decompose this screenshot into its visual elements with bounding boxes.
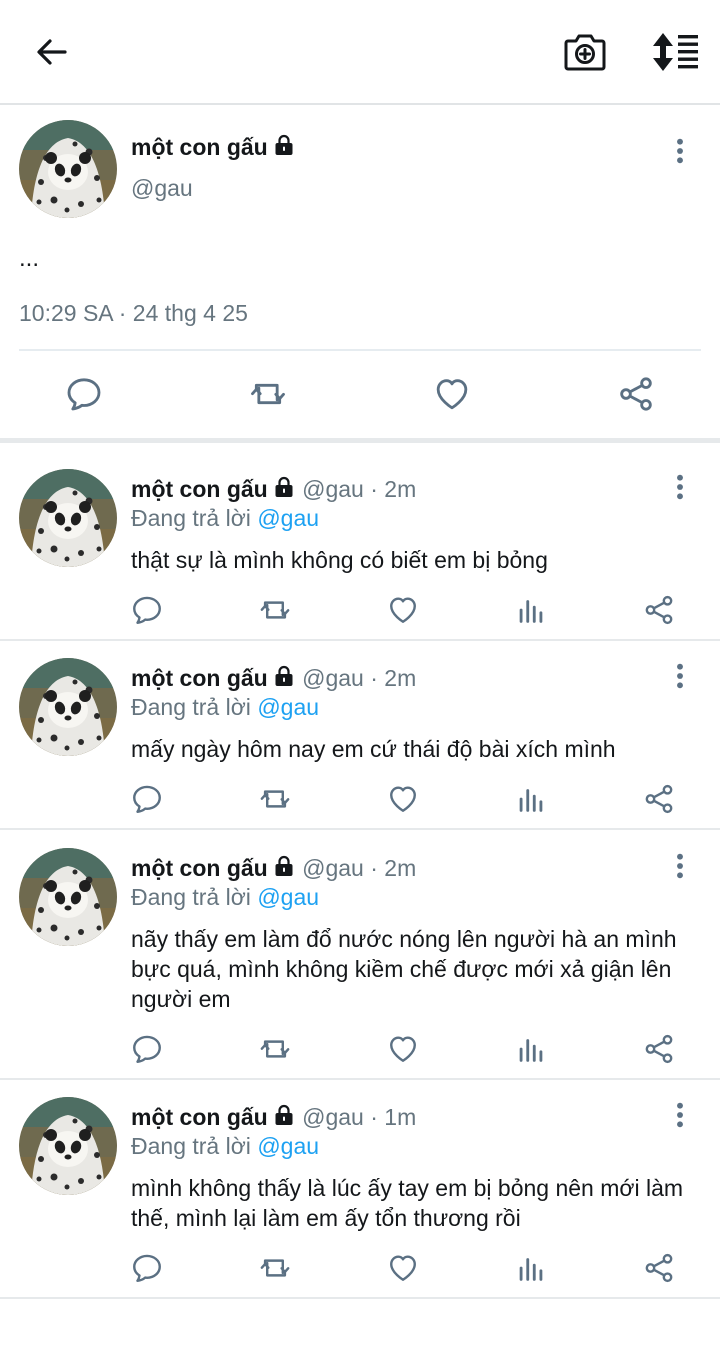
reply-time: · 2m — [363, 855, 417, 881]
sort-button[interactable] — [650, 32, 700, 72]
lock-icon — [272, 133, 296, 157]
reply-time: · 2m — [363, 665, 417, 691]
reply-time: · 2m — [363, 476, 417, 502]
retweet-icon[interactable] — [258, 1032, 292, 1066]
reply-time: · 1m — [363, 1104, 417, 1130]
avatar[interactable] — [19, 848, 117, 946]
lock-icon — [272, 664, 296, 688]
lock-icon — [272, 475, 296, 499]
author-handle[interactable]: @gau — [302, 665, 364, 691]
replying-to: Đang trả lời @gau — [131, 884, 319, 911]
replying-to: Đang trả lời @gau — [131, 694, 319, 721]
reply-icon[interactable] — [130, 593, 164, 627]
author-name[interactable]: một con gấu — [131, 476, 268, 502]
author-handle[interactable]: @gau — [131, 175, 193, 202]
camera-button[interactable] — [562, 31, 608, 73]
divider — [19, 349, 701, 351]
author-name-row: một con gấu — [131, 133, 296, 161]
avatar-image — [19, 120, 117, 218]
author-name[interactable]: một con gấu — [131, 665, 268, 691]
like-icon[interactable] — [432, 373, 472, 415]
reply-text: nãy thấy em làm đổ nước nóng lên người h… — [131, 926, 677, 1012]
reply-text: mình không thấy là lúc ấy tay em bị bỏng… — [131, 1175, 684, 1231]
analytics-icon[interactable] — [514, 1032, 548, 1066]
camera-add-icon — [564, 34, 606, 71]
replying-prefix: Đang trả lời — [131, 884, 258, 910]
lock-icon — [272, 854, 296, 878]
like-icon[interactable] — [386, 1032, 420, 1066]
more-options-icon[interactable] — [664, 850, 696, 882]
replying-to-handle[interactable]: @gau — [257, 884, 319, 910]
avatar-image — [19, 658, 117, 756]
like-icon[interactable] — [386, 593, 420, 627]
reply-actions — [0, 593, 720, 629]
reply-actions — [0, 1251, 720, 1287]
replying-prefix: Đang trả lời — [131, 1133, 258, 1159]
retweet-icon[interactable] — [258, 782, 292, 816]
more-options-icon[interactable] — [664, 660, 696, 692]
avatar[interactable] — [19, 658, 117, 756]
tweet-timestamp: 10:29 SA · 24 thg 4 25 — [19, 300, 248, 326]
replying-prefix: Đang trả lời — [131, 505, 258, 531]
replying-to-handle[interactable]: @gau — [257, 505, 319, 531]
author-name[interactable]: một con gấu — [131, 134, 268, 160]
more-options-icon[interactable] — [664, 471, 696, 503]
reply-text: mấy ngày hôm nay em cứ thái độ bài xích … — [131, 736, 616, 762]
back-button[interactable] — [30, 30, 74, 74]
reply-tweet[interactable]: một con gấu @gau · 2m Đang trả lời @gau … — [0, 820, 720, 1080]
avatar[interactable] — [19, 120, 117, 218]
more-options-icon[interactable] — [664, 1099, 696, 1131]
retweet-icon[interactable] — [248, 373, 288, 415]
retweet-icon[interactable] — [258, 1251, 292, 1285]
main-tweet: một con gấu @gau ... 10:29 SA · 24 thg 4… — [0, 107, 720, 441]
reply-tweet[interactable]: một con gấu @gau · 2m Đang trả lời @gau … — [0, 441, 720, 640]
analytics-icon[interactable] — [514, 1251, 548, 1285]
divider — [0, 1297, 720, 1299]
reply-header: một con gấu @gau · 2m — [131, 664, 416, 692]
author-handle[interactable]: @gau — [302, 855, 364, 881]
share-icon[interactable] — [642, 593, 676, 627]
like-icon[interactable] — [386, 782, 420, 816]
avatar-image — [19, 1097, 117, 1195]
reply-text: thật sự là mình không có biết em bị bỏng — [131, 547, 548, 573]
analytics-icon[interactable] — [514, 593, 548, 627]
author-name[interactable]: một con gấu — [131, 1104, 268, 1130]
analytics-icon[interactable] — [514, 782, 548, 816]
author-handle[interactable]: @gau — [302, 1104, 364, 1130]
avatar-image — [19, 469, 117, 567]
avatar-image — [19, 848, 117, 946]
replying-to-handle[interactable]: @gau — [257, 694, 319, 720]
reply-tweet[interactable]: một con gấu @gau · 1m Đang trả lời @gau … — [0, 1069, 720, 1299]
retweet-icon[interactable] — [258, 593, 292, 627]
replying-to: Đang trả lời @gau — [131, 1133, 319, 1160]
share-icon[interactable] — [616, 373, 656, 415]
replying-prefix: Đang trả lời — [131, 694, 258, 720]
sort-icon — [653, 33, 698, 71]
top-app-bar — [0, 0, 720, 105]
reply-icon[interactable] — [130, 1251, 164, 1285]
avatar[interactable] — [19, 1097, 117, 1195]
lock-icon — [272, 1103, 296, 1127]
reply-actions — [0, 782, 720, 818]
arrow-left-icon — [37, 39, 67, 65]
reply-actions — [0, 1032, 720, 1068]
reply-header: một con gấu @gau · 2m — [131, 475, 416, 503]
reply-header: một con gấu @gau · 2m — [131, 854, 416, 882]
reply-header: một con gấu @gau · 1m — [131, 1103, 416, 1131]
more-options-icon[interactable] — [664, 135, 696, 167]
reply-icon[interactable] — [130, 782, 164, 816]
replying-to-handle[interactable]: @gau — [257, 1133, 319, 1159]
tweet-text: ... — [19, 245, 40, 272]
reply-tweet[interactable]: một con gấu @gau · 2m Đang trả lời @gau … — [0, 630, 720, 829]
author-handle[interactable]: @gau — [302, 476, 364, 502]
reply-icon[interactable] — [64, 373, 104, 415]
reply-icon[interactable] — [130, 1032, 164, 1066]
replying-to: Đang trả lời @gau — [131, 505, 319, 532]
like-icon[interactable] — [386, 1251, 420, 1285]
share-icon[interactable] — [642, 1032, 676, 1066]
author-name[interactable]: một con gấu — [131, 855, 268, 881]
avatar[interactable] — [19, 469, 117, 567]
share-icon[interactable] — [642, 1251, 676, 1285]
share-icon[interactable] — [642, 782, 676, 816]
